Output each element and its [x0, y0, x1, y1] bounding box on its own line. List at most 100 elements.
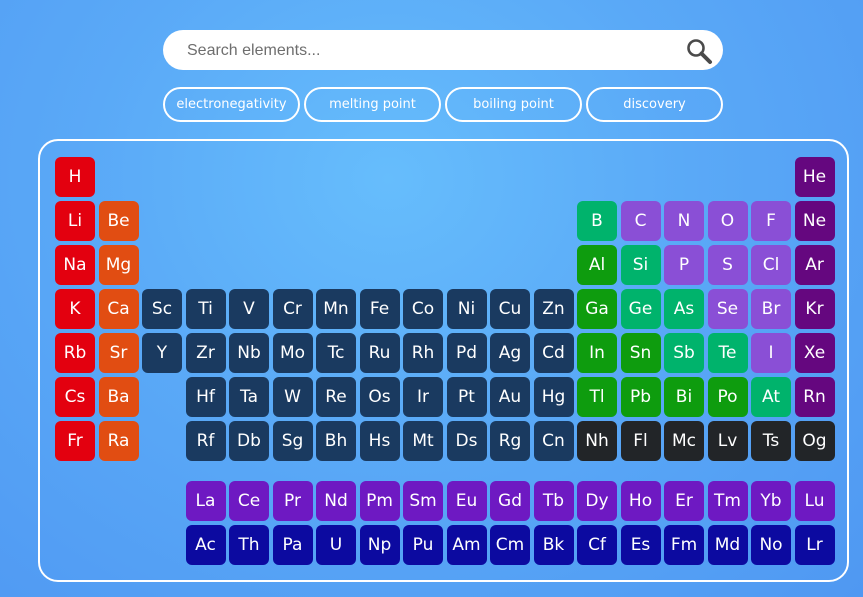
- element-tile-xe[interactable]: Xe: [794, 333, 835, 373]
- element-tile-bh[interactable]: Bh: [316, 421, 356, 461]
- element-tile-fl[interactable]: Fl: [620, 421, 661, 461]
- element-tile-la[interactable]: La: [185, 481, 226, 521]
- element-tile-cu[interactable]: Cu: [490, 289, 530, 329]
- element-tile-ag[interactable]: Ag: [490, 333, 530, 373]
- element-tile-w[interactable]: W: [272, 377, 313, 417]
- element-tile-hs[interactable]: Hs: [359, 421, 400, 461]
- element-tile-ge[interactable]: Ge: [620, 289, 661, 329]
- element-tile-pr[interactable]: Pr: [272, 481, 313, 521]
- element-tile-hg[interactable]: Hg: [533, 377, 574, 417]
- element-tile-pa[interactable]: Pa: [272, 525, 313, 565]
- element-tile-tl[interactable]: Tl: [577, 377, 617, 417]
- filter-boiling-point-button[interactable]: boiling point: [445, 87, 582, 122]
- element-tile-au[interactable]: Au: [490, 377, 530, 417]
- element-tile-fr[interactable]: Fr: [55, 421, 95, 461]
- element-tile-lv[interactable]: Lv: [707, 421, 748, 461]
- element-tile-ac[interactable]: Ac: [185, 525, 226, 565]
- element-tile-f[interactable]: F: [751, 201, 791, 241]
- element-tile-fm[interactable]: Fm: [664, 525, 704, 565]
- element-tile-n[interactable]: N: [664, 201, 704, 241]
- element-tile-pu[interactable]: Pu: [403, 525, 443, 565]
- element-tile-s[interactable]: S: [707, 245, 748, 285]
- element-tile-si[interactable]: Si: [620, 245, 661, 285]
- element-tile-zn[interactable]: Zn: [533, 289, 574, 329]
- element-tile-og[interactable]: Og: [794, 421, 835, 461]
- element-tile-te[interactable]: Te: [707, 333, 748, 373]
- element-tile-ir[interactable]: Ir: [403, 377, 443, 417]
- element-tile-ba[interactable]: Ba: [98, 377, 139, 417]
- element-tile-rb[interactable]: Rb: [55, 333, 95, 373]
- element-tile-ru[interactable]: Ru: [359, 333, 400, 373]
- element-tile-np[interactable]: Np: [359, 525, 400, 565]
- element-tile-ta[interactable]: Ta: [229, 377, 269, 417]
- element-tile-al[interactable]: Al: [577, 245, 617, 285]
- element-tile-cd[interactable]: Cd: [533, 333, 574, 373]
- element-tile-sb[interactable]: Sb: [664, 333, 704, 373]
- element-tile-b[interactable]: B: [577, 201, 617, 241]
- element-tile-re[interactable]: Re: [316, 377, 356, 417]
- element-tile-bk[interactable]: Bk: [533, 525, 574, 565]
- filter-discovery-button[interactable]: discovery: [586, 87, 723, 122]
- element-tile-o[interactable]: O: [707, 201, 748, 241]
- element-tile-mn[interactable]: Mn: [316, 289, 356, 329]
- element-tile-rh[interactable]: Rh: [403, 333, 443, 373]
- element-tile-cl[interactable]: Cl: [751, 245, 791, 285]
- element-tile-pm[interactable]: Pm: [359, 481, 400, 521]
- element-tile-nb[interactable]: Nb: [229, 333, 269, 373]
- element-tile-se[interactable]: Se: [707, 289, 748, 329]
- element-tile-es[interactable]: Es: [620, 525, 661, 565]
- element-tile-v[interactable]: V: [229, 289, 269, 329]
- element-tile-hf[interactable]: Hf: [185, 377, 226, 417]
- element-tile-no[interactable]: No: [751, 525, 791, 565]
- filter-electronegativity-button[interactable]: electronegativity: [163, 87, 300, 122]
- element-tile-ho[interactable]: Ho: [620, 481, 661, 521]
- element-tile-zr[interactable]: Zr: [185, 333, 226, 373]
- element-tile-mc[interactable]: Mc: [664, 421, 704, 461]
- element-tile-po[interactable]: Po: [707, 377, 748, 417]
- element-tile-mo[interactable]: Mo: [272, 333, 313, 373]
- element-tile-md[interactable]: Md: [707, 525, 748, 565]
- element-tile-li[interactable]: Li: [55, 201, 95, 241]
- element-tile-er[interactable]: Er: [664, 481, 704, 521]
- element-tile-th[interactable]: Th: [229, 525, 269, 565]
- element-tile-ni[interactable]: Ni: [446, 289, 487, 329]
- element-tile-am[interactable]: Am: [446, 525, 487, 565]
- element-tile-mt[interactable]: Mt: [403, 421, 443, 461]
- element-tile-as[interactable]: As: [664, 289, 704, 329]
- filter-melting-point-button[interactable]: melting point: [304, 87, 441, 122]
- element-tile-tb[interactable]: Tb: [533, 481, 574, 521]
- element-tile-lr[interactable]: Lr: [794, 525, 835, 565]
- element-tile-db[interactable]: Db: [229, 421, 269, 461]
- element-tile-c[interactable]: C: [620, 201, 661, 241]
- element-tile-nh[interactable]: Nh: [577, 421, 617, 461]
- element-tile-bi[interactable]: Bi: [664, 377, 704, 417]
- element-tile-rn[interactable]: Rn: [794, 377, 835, 417]
- element-tile-cf[interactable]: Cf: [577, 525, 617, 565]
- element-tile-i[interactable]: I: [751, 333, 791, 373]
- element-tile-p[interactable]: P: [664, 245, 704, 285]
- element-tile-tm[interactable]: Tm: [707, 481, 748, 521]
- element-tile-ts[interactable]: Ts: [751, 421, 791, 461]
- element-tile-ga[interactable]: Ga: [577, 289, 617, 329]
- element-tile-rg[interactable]: Rg: [490, 421, 530, 461]
- element-tile-ra[interactable]: Ra: [98, 421, 139, 461]
- element-tile-cm[interactable]: Cm: [490, 525, 530, 565]
- element-tile-y[interactable]: Y: [142, 333, 182, 373]
- element-tile-ne[interactable]: Ne: [794, 201, 835, 241]
- element-tile-k[interactable]: K: [55, 289, 95, 329]
- element-tile-ca[interactable]: Ca: [98, 289, 139, 329]
- element-tile-cr[interactable]: Cr: [272, 289, 313, 329]
- element-tile-fe[interactable]: Fe: [359, 289, 400, 329]
- element-tile-in[interactable]: In: [577, 333, 617, 373]
- element-tile-eu[interactable]: Eu: [446, 481, 487, 521]
- element-tile-lu[interactable]: Lu: [794, 481, 835, 521]
- element-tile-cn[interactable]: Cn: [533, 421, 574, 461]
- element-tile-gd[interactable]: Gd: [490, 481, 530, 521]
- element-tile-pt[interactable]: Pt: [446, 377, 487, 417]
- element-tile-rf[interactable]: Rf: [185, 421, 226, 461]
- element-tile-h[interactable]: H: [55, 157, 95, 197]
- element-tile-at[interactable]: At: [751, 377, 791, 417]
- element-tile-cs[interactable]: Cs: [55, 377, 95, 417]
- element-tile-sc[interactable]: Sc: [142, 289, 182, 329]
- element-tile-ds[interactable]: Ds: [446, 421, 487, 461]
